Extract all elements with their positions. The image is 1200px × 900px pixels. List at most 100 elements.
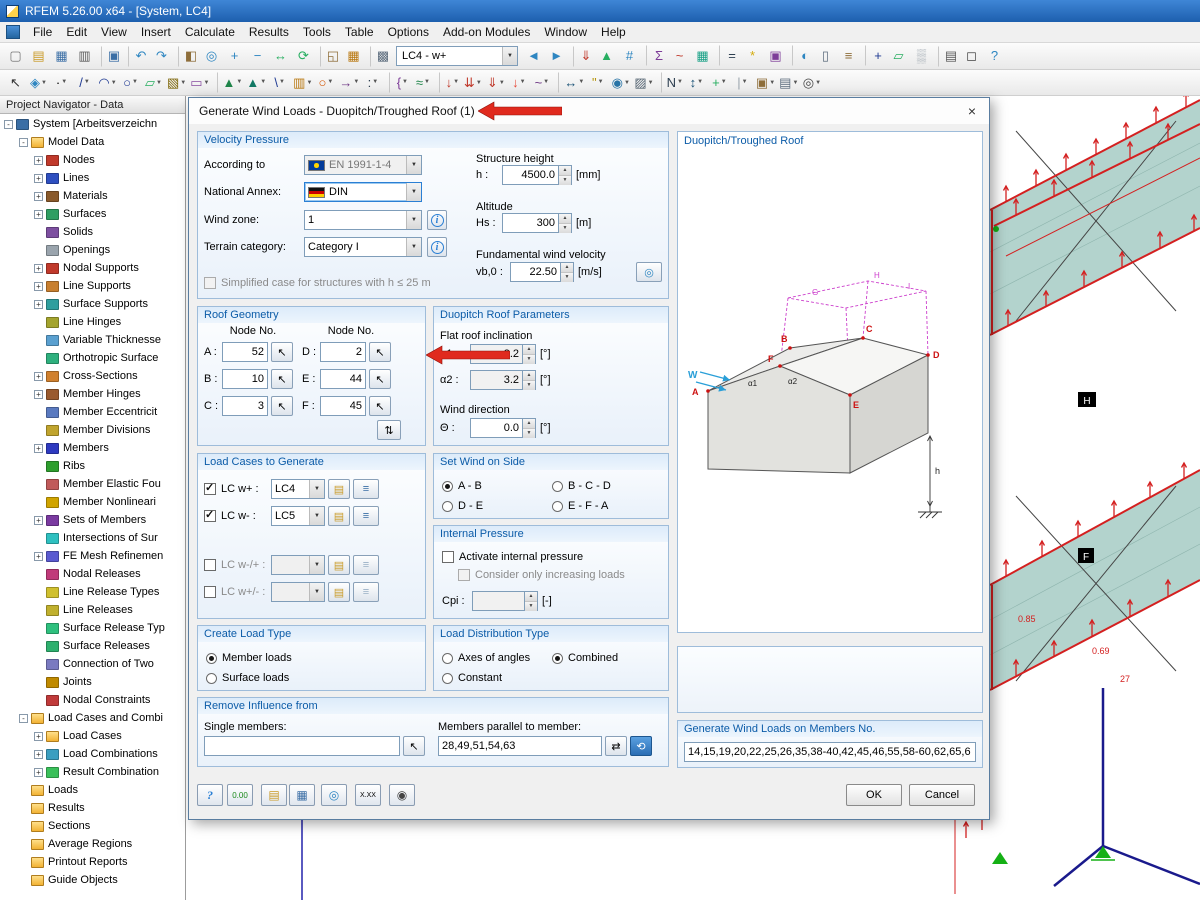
structure-height-value[interactable] xyxy=(502,165,558,185)
show-numbering-icon[interactable]: # xyxy=(619,45,640,66)
free-load-icon[interactable]: ↓ ▼ xyxy=(508,72,529,93)
wind-side-efa-radio[interactable] xyxy=(552,500,563,512)
eccentricity-icon[interactable]: → ▼ xyxy=(338,72,360,93)
tree-expander[interactable]: + xyxy=(34,371,43,381)
menu-results[interactable]: Results xyxy=(242,23,296,41)
tree-item-model-data[interactable]: - Model Data xyxy=(0,133,185,151)
swap-nodes-button[interactable]: ⇅ xyxy=(377,420,401,440)
dimension-icon[interactable]: ↔ ▼ xyxy=(558,71,585,93)
lc-wplus-new-button[interactable]: ▤ xyxy=(328,479,350,499)
member-load-icon[interactable]: ⇊ ▼ xyxy=(462,72,483,93)
node-f-input[interactable] xyxy=(320,396,366,416)
guideline-icon[interactable]: | ▼ xyxy=(732,72,753,93)
spinner-buttons[interactable]: ▲ ▼ xyxy=(522,370,536,390)
menu-help[interactable]: Help xyxy=(594,23,633,41)
print-preview-icon[interactable]: ▤ xyxy=(938,45,959,67)
tree-item-fe-mesh-refinemen[interactable]: + FE Mesh Refinemen xyxy=(0,547,185,565)
ok-button[interactable]: OK xyxy=(846,784,902,806)
solid-icon[interactable]: ▧ ▼ xyxy=(166,72,187,93)
tree-item-surfaces[interactable]: + Surfaces xyxy=(0,205,185,223)
tree-expander[interactable]: + xyxy=(34,731,43,741)
preview-values-button[interactable]: ◎ xyxy=(321,784,347,806)
hinge-icon[interactable]: ○ ▼ xyxy=(315,72,336,93)
line-support-icon[interactable]: ▲ ▼ xyxy=(245,72,267,93)
menu-calculate[interactable]: Calculate xyxy=(178,23,242,41)
node-a-pick-button[interactable]: ↖ xyxy=(271,342,293,362)
redo-icon[interactable]: ↷ xyxy=(151,46,172,67)
tree-item-load-cases-and-combi[interactable]: - Load Cases and Combi xyxy=(0,709,185,727)
tables-icon[interactable]: ▦ xyxy=(343,46,364,67)
move-view-icon[interactable]: ↔ xyxy=(270,45,291,66)
generators-icon[interactable]: * xyxy=(742,45,763,66)
node-d-input[interactable] xyxy=(320,342,366,362)
spinner-buttons[interactable]: ▲ ▼ xyxy=(524,591,538,611)
wind-side-ab-radio[interactable] xyxy=(442,480,453,492)
rib-icon[interactable]: ≈ ▼ xyxy=(412,72,433,93)
arc-icon[interactable]: ◠ ▼ xyxy=(97,72,118,93)
tree-expander[interactable]: + xyxy=(34,155,43,165)
lc-wminusplus-checkbox[interactable] xyxy=(204,559,216,571)
tree-expander[interactable]: + xyxy=(34,191,43,201)
parallel-members-pick-button[interactable]: ⇄ xyxy=(605,736,627,756)
tree-item-materials[interactable]: + Materials xyxy=(0,187,185,205)
menu-table[interactable]: Table xyxy=(338,23,381,41)
node-c-pick-button[interactable]: ↖ xyxy=(271,396,293,416)
menu-add-on-modules[interactable]: Add-on Modules xyxy=(436,23,537,41)
axes-of-angles-radio[interactable] xyxy=(442,652,453,664)
cpi-value[interactable] xyxy=(472,591,524,611)
simplified-case-checkbox[interactable] xyxy=(204,277,216,289)
tree-expander[interactable]: + xyxy=(34,281,43,291)
node-e-pick-button[interactable]: ↖ xyxy=(369,369,391,389)
imperfection-icon[interactable]: ~ ▼ xyxy=(531,72,552,93)
wind-zone-select[interactable]: 1 ▼ xyxy=(304,210,422,230)
rotate-view-icon[interactable]: ⟳ xyxy=(293,46,314,67)
tree-item-member-nonlineari[interactable]: Member Nonlineari xyxy=(0,493,185,511)
help-icon[interactable]: ? xyxy=(984,45,1005,66)
velocity-pressure-detail-button[interactable]: ◎ xyxy=(636,262,662,282)
print-icon[interactable]: ▥ xyxy=(74,46,95,67)
render-mode-icon[interactable]: ◧ xyxy=(178,45,199,67)
tree-item-variable-thicknesse[interactable]: Variable Thicknesse xyxy=(0,331,185,349)
tree-item-lines[interactable]: + Lines xyxy=(0,169,185,187)
lc-wminus-edit-button[interactable]: ≡ xyxy=(353,506,379,526)
tree-item-line-release-types[interactable]: Line Release Types xyxy=(0,583,185,601)
tree-expander[interactable]: + xyxy=(34,389,43,399)
tree-expander[interactable]: + xyxy=(34,263,43,273)
tree-item-surface-releases[interactable]: Surface Releases xyxy=(0,637,185,655)
tree-item-surface-release-typ[interactable]: Surface Release Typ xyxy=(0,619,185,637)
help-button[interactable]: ? xyxy=(197,784,223,806)
wind-velocity-value[interactable] xyxy=(510,262,560,282)
layers-icon[interactable]: ≡ xyxy=(838,45,859,66)
tree-item-nodal-constraints[interactable]: Nodal Constraints xyxy=(0,691,185,709)
coordinate-system-icon[interactable]: + ▼ xyxy=(709,72,730,93)
node-a-input[interactable] xyxy=(222,342,268,362)
lc-wminus-select[interactable]: LC5 ▼ xyxy=(271,506,325,526)
previous-load-case-icon[interactable]: ◄ xyxy=(523,45,544,66)
tree-item-sets-of-members[interactable]: + Sets of Members xyxy=(0,511,185,529)
lc-wplusminus-checkbox[interactable] xyxy=(204,586,216,598)
lc-wplus-checkbox[interactable] xyxy=(204,481,216,495)
background-icon[interactable]: ▒ xyxy=(911,45,932,66)
spinner-buttons[interactable]: ▲ ▼ xyxy=(522,418,536,438)
new-file-icon[interactable]: ▢ xyxy=(5,46,26,67)
tree-item-connection-of-two[interactable]: Connection of Two xyxy=(0,655,185,673)
node-icon[interactable]: · ▼ xyxy=(51,72,72,93)
full-screen-icon[interactable]: ◻ xyxy=(961,46,982,67)
copy-icon[interactable]: ▣ xyxy=(101,45,122,67)
cancel-button[interactable]: Cancel xyxy=(909,784,975,806)
tree-item-members[interactable]: + Members xyxy=(0,439,185,457)
nodal-support-icon[interactable]: ▲ ▼ xyxy=(216,71,244,93)
national-annex-select[interactable]: DIN ▼ xyxy=(304,182,422,202)
axes-icon[interactable]: + xyxy=(865,45,886,67)
alpha2-value[interactable] xyxy=(470,370,522,390)
select-icon[interactable]: ↖ xyxy=(5,72,26,93)
show-loads-icon[interactable]: ⇓ xyxy=(573,45,594,67)
next-load-case-icon[interactable]: ► xyxy=(546,45,567,66)
display-properties-icon[interactable]: ◐ xyxy=(792,45,813,67)
tree-item-result-combination[interactable]: + Result Combination xyxy=(0,763,185,781)
lc-wminus-new-button[interactable]: ▤ xyxy=(328,506,350,526)
lc-wplusminus-edit-button[interactable]: ≡ xyxy=(353,582,379,602)
apply-parallel-button[interactable]: ⟲ xyxy=(630,736,652,756)
theta-input[interactable]: ▲▼ xyxy=(470,418,536,438)
generate-members-input[interactable] xyxy=(684,742,976,762)
